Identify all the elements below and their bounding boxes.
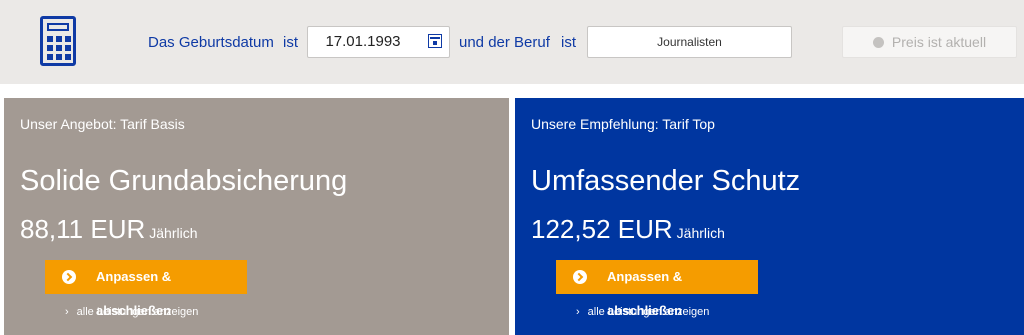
calculator-bar: Das Geburtsdatum ist 17.01.1993 und der … xyxy=(0,0,1024,84)
birthdate-label: Das Geburtsdatum xyxy=(148,34,274,51)
chevron-right-icon: › xyxy=(576,306,580,318)
birthdate-value: 17.01.1993 xyxy=(325,33,401,50)
offer-period: Jährlich xyxy=(149,225,198,241)
offer-headline: Solide Grundabsicherung xyxy=(20,165,348,197)
show-all-benefits-link[interactable]: › alle Leistungen anzeigen xyxy=(576,305,709,319)
calculator-icon xyxy=(40,16,76,66)
offer-card-top: Unsere Empfehlung: Tarif Top Umfassender… xyxy=(515,98,1024,335)
more-label: alle Leistungen anzeigen xyxy=(587,306,710,318)
birthdate-ist-label: ist xyxy=(283,34,298,51)
adjust-and-close-button[interactable]: Anpassen & abschließen xyxy=(45,260,247,318)
birthdate-field[interactable]: 17.01.1993 xyxy=(307,26,450,58)
offer-amount: 122,52 EUR xyxy=(531,214,673,244)
offer-amount: 88,11 EUR xyxy=(20,214,146,244)
offer-card-basis: Unser Angebot: Tarif Basis Solide Grunda… xyxy=(4,98,509,335)
chevron-circle-icon xyxy=(573,270,587,284)
offer-price: 88,11 EUR Jährlich xyxy=(20,214,198,244)
offer-price: 122,52 EUR Jährlich xyxy=(531,214,725,244)
chevron-circle-icon xyxy=(872,37,884,48)
chevron-circle-icon xyxy=(62,270,76,284)
show-all-benefits-link[interactable]: › alle Leistungen anzeigen xyxy=(65,305,198,319)
job-field[interactable]: Journalisten xyxy=(587,26,792,58)
more-label: alle Leistungen anzeigen xyxy=(76,306,199,318)
price-current-button[interactable]: Preis ist aktuell xyxy=(842,26,1017,58)
price-current-label: Preis ist aktuell xyxy=(891,34,987,50)
calendar-icon[interactable] xyxy=(428,34,442,48)
adjust-and-close-button[interactable]: Anpassen & abschließen xyxy=(556,260,758,318)
offer-period: Jährlich xyxy=(676,225,725,241)
offer-eyebrow: Unser Angebot: Tarif Basis xyxy=(20,116,185,132)
job-label: und der Beruf xyxy=(459,34,550,51)
job-ist-label: ist xyxy=(561,34,576,51)
chevron-right-icon: › xyxy=(65,306,69,318)
offer-eyebrow: Unsere Empfehlung: Tarif Top xyxy=(531,116,715,132)
offer-headline: Umfassender Schutz xyxy=(531,165,801,197)
